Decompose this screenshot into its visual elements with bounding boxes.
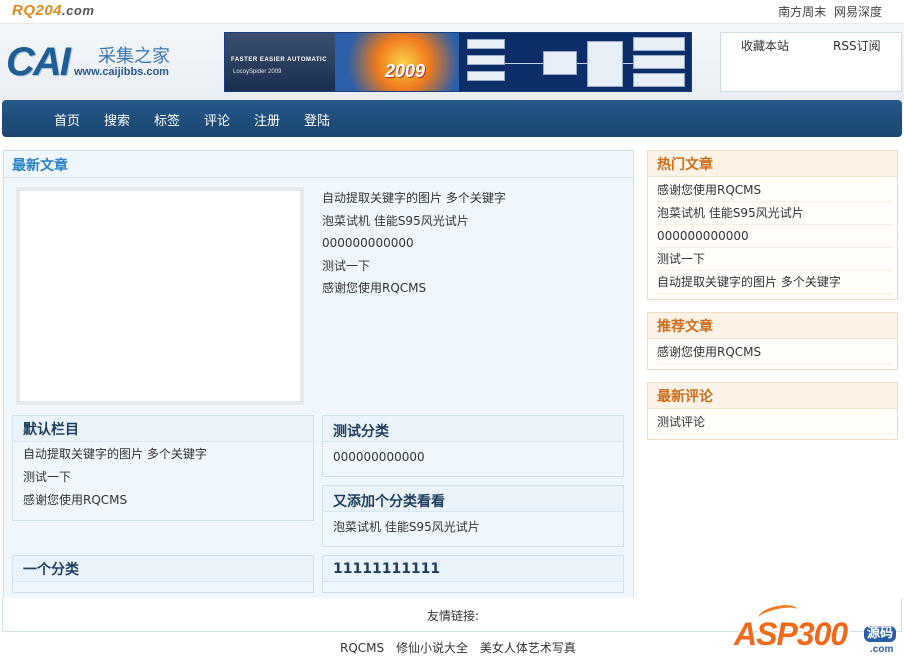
category-box-test: 测试分类 000000000000 bbox=[322, 415, 624, 477]
watermark-logo: ASP300 源码 .com bbox=[734, 602, 902, 658]
list-item[interactable]: 自动提取关键字的图片 多个关键字 bbox=[657, 271, 893, 294]
banner-diagram-box bbox=[633, 73, 685, 87]
site-header: CAI 采集之家 www.caijibbs.com FASTER EASIER … bbox=[0, 24, 904, 100]
banner-year: 2009 bbox=[385, 61, 426, 81]
list-item[interactable]: 自动提取关键字的图片 多个关键字 bbox=[322, 187, 506, 210]
ad-banner[interactable]: FASTER EASIER AUTOMATIC LocoySpider 2009… bbox=[224, 32, 692, 92]
list-item[interactable]: 测试一下 bbox=[322, 255, 506, 278]
featured-image[interactable] bbox=[16, 187, 304, 405]
banner-diagram-line bbox=[623, 63, 633, 64]
favorite-box: 收藏本站 RSS订阅 bbox=[720, 32, 902, 92]
recommended-articles-list: 感谢您使用RQCMS bbox=[657, 341, 893, 364]
list-item[interactable]: 000000000000 bbox=[333, 446, 425, 469]
latest-articles-title: 最新文章 bbox=[12, 158, 68, 174]
nav-login[interactable]: 登陆 bbox=[304, 110, 330, 129]
category-title[interactable]: 11111111111 bbox=[333, 561, 440, 577]
site-logo-cn: 采集之家 bbox=[98, 46, 170, 67]
favorite-link[interactable]: 收藏本站 bbox=[741, 37, 789, 54]
recommended-articles-panel: 推荐文章 感谢您使用RQCMS bbox=[647, 312, 898, 370]
site-logo-url: www.caijibbs.com bbox=[74, 66, 169, 78]
nav-comments[interactable]: 评论 bbox=[204, 110, 230, 129]
category-box-default: 默认栏目 自动提取关键字的图片 多个关键字 测试一下 感谢您使用RQCMS bbox=[12, 415, 314, 521]
top-links: 南方周末 网易深度 bbox=[774, 3, 882, 20]
list-item[interactable]: 感谢您使用RQCMS bbox=[657, 179, 893, 202]
category-box-ones: 11111111111 bbox=[322, 555, 624, 593]
divider bbox=[4, 177, 633, 178]
banner-diagram-line bbox=[577, 63, 587, 64]
hot-articles-panel: 热门文章 感谢您使用RQCMS 泡菜试机 佳能S95风光试片 000000000… bbox=[647, 150, 898, 300]
footer-link[interactable]: 美女人体艺术写真 bbox=[480, 641, 576, 655]
top-logo-suffix: .com bbox=[62, 3, 95, 18]
list-item[interactable]: 测试一下 bbox=[23, 466, 207, 489]
recommended-articles-title: 推荐文章 bbox=[657, 319, 713, 335]
banner-diagram-box bbox=[633, 55, 685, 69]
rss-link[interactable]: RSS订阅 bbox=[833, 37, 881, 54]
nav-search[interactable]: 搜索 bbox=[104, 110, 130, 129]
friend-links-label: 友情链接: bbox=[427, 609, 480, 623]
nav-tags[interactable]: 标签 bbox=[154, 110, 180, 129]
footer-link[interactable]: 修仙小说大全 bbox=[396, 641, 468, 655]
hot-articles-title: 热门文章 bbox=[657, 157, 713, 173]
category-title[interactable]: 又添加个分类看看 bbox=[333, 491, 445, 511]
top-link-nanfang[interactable]: 南方周末 bbox=[778, 5, 826, 19]
list-item[interactable]: 感谢您使用RQCMS bbox=[322, 277, 506, 300]
category-list: 自动提取关键字的图片 多个关键字 测试一下 感谢您使用RQCMS bbox=[23, 443, 207, 512]
list-item[interactable]: 000000000000 bbox=[657, 225, 893, 248]
category-title[interactable]: 默认栏目 bbox=[23, 419, 79, 439]
list-item[interactable]: 感谢您使用RQCMS bbox=[23, 489, 207, 512]
site-logo-cai: CAI bbox=[6, 40, 71, 84]
banner-diagram-box bbox=[467, 55, 505, 65]
list-item[interactable]: 自动提取关键字的图片 多个关键字 bbox=[23, 443, 207, 466]
hot-articles-list: 感谢您使用RQCMS 泡菜试机 佳能S95风光试片 000000000000 测… bbox=[657, 179, 893, 294]
category-box-one: 一个分类 bbox=[12, 555, 314, 593]
banner-diagram bbox=[459, 33, 691, 91]
watermark-brand: ASP300 bbox=[734, 616, 848, 652]
list-item[interactable]: 感谢您使用RQCMS bbox=[657, 341, 893, 364]
list-item[interactable]: 000000000000 bbox=[322, 232, 506, 255]
banner-diagram-line bbox=[505, 63, 543, 64]
banner-diagram-box bbox=[587, 41, 623, 87]
list-item[interactable]: 泡菜试机 佳能S95风光试片 bbox=[657, 202, 893, 225]
nav-register[interactable]: 注册 bbox=[254, 110, 280, 129]
latest-comments-title: 最新评论 bbox=[657, 389, 713, 405]
list-item[interactable]: 泡菜试机 佳能S95风光试片 bbox=[322, 210, 506, 233]
banner-product: LocoySpider 2009 bbox=[233, 69, 282, 75]
latest-comments-panel: 最新评论 测试评论 bbox=[647, 382, 898, 440]
category-box-added: 又添加个分类看看 泡菜试机 佳能S95风光试片 bbox=[322, 485, 624, 547]
banner-diagram-box bbox=[633, 37, 685, 51]
footer-link[interactable]: RQCMS bbox=[340, 641, 384, 655]
category-title[interactable]: 一个分类 bbox=[23, 559, 79, 579]
latest-comments-list: 测试评论 bbox=[657, 411, 893, 434]
list-item[interactable]: 测试评论 bbox=[657, 411, 893, 434]
banner-left-panel: FASTER EASIER AUTOMATIC LocoySpider 2009 bbox=[225, 33, 335, 91]
nav-home[interactable]: 首页 bbox=[54, 110, 80, 129]
latest-articles-list: 自动提取关键字的图片 多个关键字 泡菜试机 佳能S95风光试片 00000000… bbox=[322, 187, 506, 300]
banner-diagram-box bbox=[467, 39, 505, 49]
category-title[interactable]: 测试分类 bbox=[333, 421, 389, 441]
list-item[interactable]: 泡菜试机 佳能S95风光试片 bbox=[333, 516, 480, 539]
top-bar: RQ204.com 南方周末 网易深度 bbox=[0, 0, 904, 24]
watermark-tag: 源码 bbox=[864, 626, 897, 642]
watermark-domain: .com bbox=[870, 644, 894, 655]
main-nav: 首页 搜索 标签 评论 注册 登陆 bbox=[2, 100, 902, 137]
top-link-wangyi[interactable]: 网易深度 bbox=[834, 5, 882, 19]
banner-slogan: FASTER EASIER AUTOMATIC bbox=[231, 57, 328, 63]
site-logo[interactable]: CAI 采集之家 www.caijibbs.com bbox=[6, 38, 206, 98]
footer-links: RQCMS 修仙小说大全 美女人体艺术写真 bbox=[340, 639, 584, 656]
banner-center-panel: 2009 bbox=[335, 33, 459, 91]
latest-articles-panel: 最新文章 自动提取关键字的图片 多个关键字 泡菜试机 佳能S95风光试片 000… bbox=[3, 150, 634, 604]
banner-diagram-box bbox=[543, 51, 577, 75]
category-list: 泡菜试机 佳能S95风光试片 bbox=[333, 516, 480, 539]
top-logo[interactable]: RQ204.com bbox=[12, 2, 94, 19]
list-item[interactable]: 测试一下 bbox=[657, 248, 893, 271]
banner-diagram-box bbox=[467, 71, 505, 81]
category-list: 000000000000 bbox=[333, 446, 425, 469]
top-logo-main: RQ204 bbox=[12, 2, 63, 19]
